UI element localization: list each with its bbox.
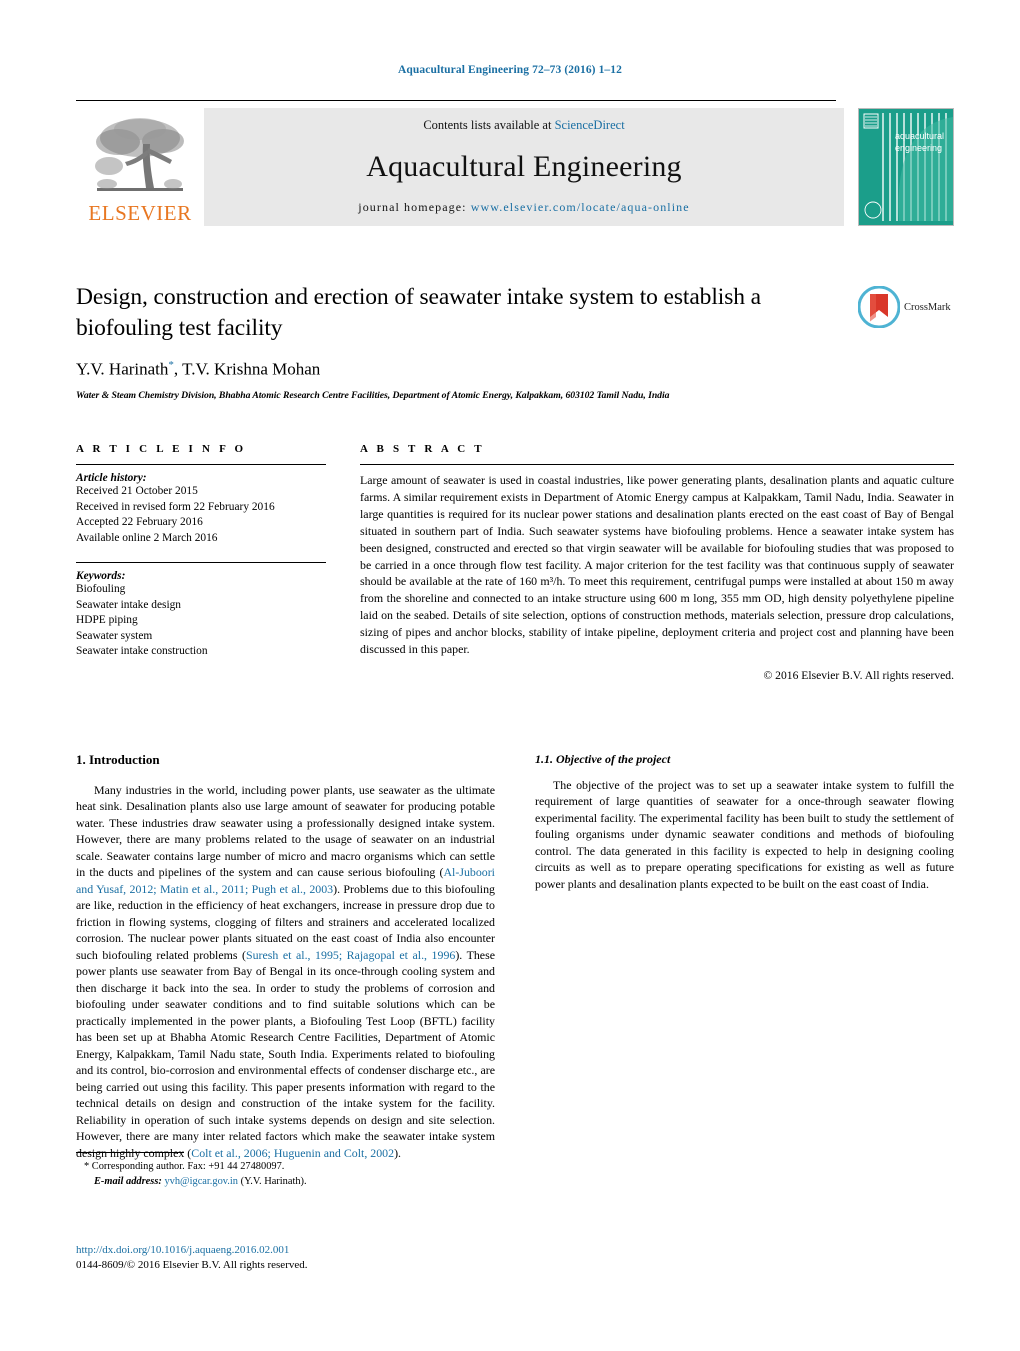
- body-column-left: 1. Introduction Many industries in the w…: [76, 752, 495, 1161]
- journal-cover-thumbnail: aquacultural engineering: [858, 108, 954, 226]
- journal-cover-image: aquacultural engineering: [858, 108, 954, 226]
- author-1: Y.V. Harinath: [76, 359, 169, 379]
- article-info-rule: [76, 464, 326, 465]
- keywords-label: Keywords:: [76, 570, 126, 582]
- author-2: , T.V. Krishna Mohan: [173, 359, 321, 379]
- body-two-column-region: 1. Introduction Many industries in the w…: [76, 752, 954, 1161]
- doi-link[interactable]: http://dx.doi.org/10.1016/j.aquaeng.2016…: [76, 1243, 516, 1258]
- email-suffix: (Y.V. Harinath).: [240, 1176, 307, 1188]
- history-accepted: Accepted 22 February 2016: [76, 516, 203, 528]
- keyword-item: Biofouling: [76, 583, 126, 595]
- subsection-heading-objective: 1.1. Objective of the project: [535, 752, 671, 766]
- contents-lists-line: Contents lists available at ScienceDirec…: [423, 118, 624, 133]
- footnote-block: * Corresponding author. Fax: +91 44 2748…: [76, 1152, 495, 1189]
- info-abstract-region: A R T I C L E I N F O Article history: R…: [76, 443, 954, 682]
- keyword-item: Seawater system: [76, 629, 153, 642]
- author-list: Y.V. Harinath*, T.V. Krishna Mohan: [76, 359, 846, 380]
- section-heading-introduction: 1. Introduction: [76, 752, 160, 767]
- journal-title: Aquacultural Engineering: [366, 149, 682, 183]
- crossmark-label: CrossMark: [904, 301, 951, 313]
- keywords-rule: [76, 562, 326, 563]
- journal-band: Contents lists available at ScienceDirec…: [204, 108, 844, 226]
- contents-prefix: Contents lists available at: [423, 118, 555, 132]
- keyword-item: Seawater intake construction: [76, 645, 208, 657]
- elsevier-wordmark: ELSEVIER: [88, 201, 192, 225]
- journal-masthead: ELSEVIER Contents lists available at Sci…: [76, 100, 954, 226]
- paper-page: Aquacultural Engineering 72–73 (2016) 1–…: [0, 0, 1020, 1351]
- introduction-paragraph: Many industries in the world, including …: [76, 782, 495, 1161]
- abstract-rule: [360, 464, 954, 465]
- author-affiliation: Water & Steam Chemistry Division, Bhabha…: [76, 389, 670, 401]
- abstract-heading: A B S T R A C T: [360, 443, 485, 455]
- intro-text-c: ). These power plants use seawater from …: [76, 947, 495, 1160]
- citation-link-2[interactable]: Suresh et al., 1995; Rajagopal et al., 1…: [246, 948, 455, 962]
- email-link[interactable]: yvh@igcar.gov.in: [164, 1176, 238, 1187]
- body-column-right: 1.1. Objective of the project The object…: [535, 752, 954, 1161]
- keyword-item: HDPE piping: [76, 614, 138, 626]
- running-head: Aquacultural Engineering 72–73 (2016) 1–…: [398, 64, 622, 76]
- keyword-item: Seawater intake design: [76, 598, 182, 611]
- doi-block: http://dx.doi.org/10.1016/j.aquaeng.2016…: [76, 1243, 516, 1274]
- email-note: E-mail address: yvh@igcar.gov.in (Y.V. H…: [76, 1174, 495, 1189]
- sciencedirect-link[interactable]: ScienceDirect: [555, 118, 625, 132]
- homepage-url-link[interactable]: www.elsevier.com/locate/aqua-online: [471, 200, 690, 214]
- abstract-column: A B S T R A C T Large amount of seawater…: [360, 443, 954, 682]
- history-online: Available online 2 March 2016: [76, 531, 218, 544]
- abstract-copyright: © 2016 Elsevier B.V. All rights reserved…: [763, 668, 954, 682]
- article-history-label: Article history:: [76, 472, 147, 484]
- history-revised: Received in revised form 22 February 201…: [76, 500, 275, 513]
- elsevier-tree-icon: [95, 118, 184, 191]
- article-info-heading: A R T I C L E I N F O: [76, 443, 247, 455]
- intro-text-a: Many industries in the world, including …: [76, 783, 495, 880]
- title-block: Design, construction and erection of sea…: [76, 282, 846, 401]
- article-info-column: A R T I C L E I N F O Article history: R…: [76, 443, 326, 682]
- masthead-top-rule: [76, 100, 836, 101]
- homepage-prefix: journal homepage:: [358, 200, 467, 214]
- issn-copyright-line: 0144-8609/© 2016 Elsevier B.V. All right…: [76, 1259, 308, 1272]
- corresponding-author-note: * Corresponding author. Fax: +91 44 2748…: [84, 1161, 285, 1172]
- abstract-text: Large amount of seawater is used in coas…: [360, 473, 954, 657]
- journal-homepage-line: journal homepage: www.elsevier.com/locat…: [358, 200, 689, 215]
- cover-title-line2: engineering: [895, 143, 942, 153]
- cover-title-line1: aquacultural: [895, 131, 944, 141]
- email-label: E-mail address:: [94, 1176, 162, 1188]
- page-title: Design, construction and erection of sea…: [76, 284, 761, 341]
- crossmark-badge[interactable]: CrossMark: [858, 283, 958, 331]
- crossmark-icon: [858, 286, 900, 328]
- footnote-rule: [76, 1152, 184, 1153]
- objective-paragraph: The objective of the project was to set …: [535, 778, 954, 891]
- elsevier-logo: ELSEVIER: [76, 108, 204, 226]
- history-received: Received 21 October 2015: [76, 485, 198, 497]
